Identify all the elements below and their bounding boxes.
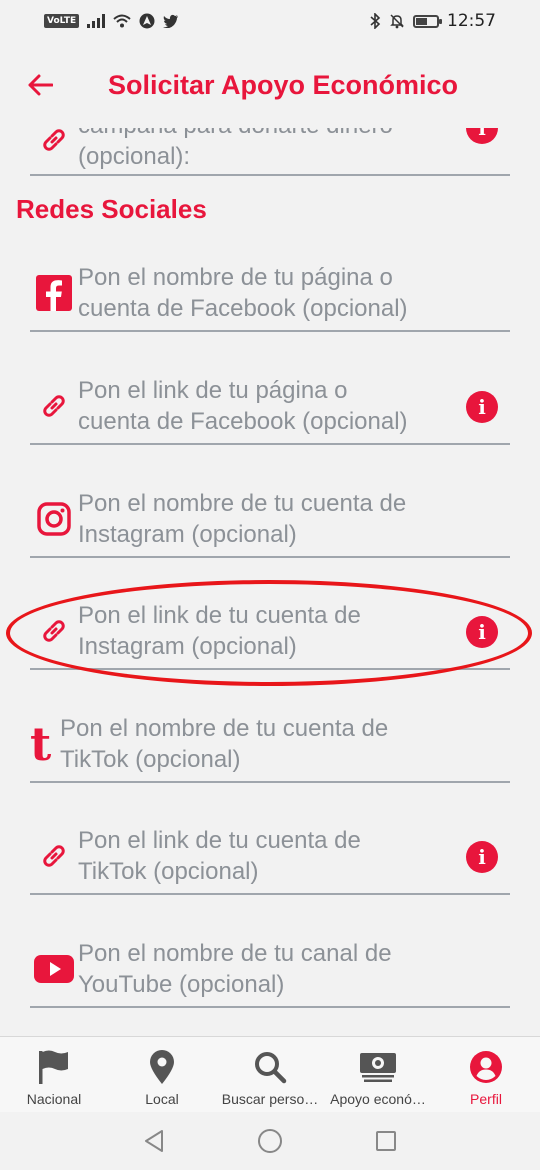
bottom-nav: Nacional Local Buscar perso… Apoyo econó… (0, 1036, 540, 1112)
info-button[interactable]: i (466, 616, 498, 648)
instagram-name-field[interactable]: Pon el nombre de tu cuenta de Instagram … (30, 488, 510, 558)
field-placeholder: Pon el link de tu página o cuenta de Fac… (78, 375, 510, 437)
field-placeholder-line1: Pon el link de tu cuenta de (78, 827, 361, 854)
status-time: 12:57 (447, 11, 496, 31)
system-back-button[interactable] (139, 1126, 169, 1156)
field-placeholder: Pon el link de tu cuenta de Instagram (o… (78, 600, 510, 662)
field-placeholder-line1: Pon el link de tu cuenta de (78, 602, 361, 629)
instagram-icon (30, 488, 78, 550)
facebook-icon (30, 262, 78, 324)
youtube-name-field[interactable]: Pon el nombre de tu canal de YouTube (op… (30, 938, 510, 1008)
status-left: VoLTE (44, 13, 179, 29)
field-placeholder-line2: cuenta de Facebook (opcional) (78, 408, 408, 435)
field-placeholder-line2: TikTok (opcional) (60, 746, 241, 773)
field-placeholder-line1: Pon el nombre de tu cuenta de (60, 715, 389, 742)
info-icon: i (478, 845, 486, 869)
status-right: 12:57 (369, 11, 496, 31)
nav-item-apoyo[interactable]: Apoyo econó… (324, 1037, 432, 1112)
info-icon: i (478, 395, 486, 419)
mute-icon (390, 14, 404, 29)
instagram-link-field[interactable]: Pon el link de tu cuenta de Instagram (o… (30, 600, 510, 670)
tiktok-name-field[interactable]: t Pon el nombre de tu cuenta de TikTok (… (30, 713, 510, 783)
triangle-back-icon (145, 1130, 163, 1152)
flag-icon (37, 1047, 71, 1087)
field-placeholder-line2: (opcional): (78, 143, 191, 170)
form-content[interactable]: campaña para donarte dinero (opcional): … (0, 128, 540, 1036)
back-arrow-icon (28, 74, 53, 96)
nav-label: Nacional (26, 1091, 82, 1107)
volte-badge: VoLTE (44, 14, 80, 28)
field-placeholder-line1: campaña para donarte dinero (78, 128, 510, 141)
square-recents-icon (376, 1131, 396, 1151)
tiktok-glyph: t (30, 717, 52, 771)
info-icon: i (478, 620, 486, 644)
wifi-icon (113, 14, 131, 28)
search-icon (253, 1047, 287, 1087)
system-recents-button[interactable] (371, 1126, 401, 1156)
tiktok-icon: t (30, 713, 60, 775)
tiktok-link-field[interactable]: Pon el link de tu cuenta de TikTok (opci… (30, 825, 510, 895)
bluetooth-icon (370, 13, 381, 29)
field-placeholder-line2: TikTok (opcional) (78, 858, 259, 885)
circle-home-icon (258, 1129, 282, 1153)
field-placeholder-line2: cuenta de Facebook (opcional) (78, 295, 408, 322)
nav-item-perfil[interactable]: Perfil (432, 1037, 540, 1112)
field-placeholder-line1: Pon el nombre de tu canal de (78, 940, 392, 967)
link-icon (30, 375, 78, 437)
nav-item-local[interactable]: Local (108, 1037, 216, 1112)
app-header: Solicitar Apoyo Económico (0, 42, 540, 128)
field-placeholder: Pon el nombre de tu canal de YouTube (op… (78, 938, 510, 1000)
map-pin-icon (148, 1047, 176, 1087)
nav-label: Local (145, 1091, 179, 1107)
field-placeholder-line1: Pon el link de tu página o (78, 377, 348, 404)
section-title-social: Redes Sociales (16, 194, 207, 224)
nav-label: Buscar perso… (221, 1091, 319, 1107)
facebook-link-field[interactable]: Pon el link de tu página o cuenta de Fac… (30, 375, 510, 445)
money-icon (358, 1047, 398, 1087)
link-icon (30, 600, 78, 662)
crowdfunding-link-field[interactable]: campaña para donarte dinero (opcional): … (30, 128, 510, 176)
field-placeholder-line2: Instagram (opcional) (78, 521, 297, 548)
link-icon (30, 128, 78, 160)
field-placeholder: Pon el nombre de tu cuenta de Instagram … (78, 488, 510, 550)
field-placeholder: Pon el nombre de tu página o cuenta de F… (78, 262, 510, 324)
youtube-icon (30, 938, 78, 1000)
nav-item-nacional[interactable]: Nacional (0, 1037, 108, 1112)
system-home-button[interactable] (255, 1126, 285, 1156)
field-placeholder-line2: YouTube (opcional) (78, 971, 285, 998)
system-nav-bar (0, 1112, 540, 1170)
field-placeholder-line1: Pon el nombre de tu página o (78, 264, 393, 291)
twitter-icon (163, 14, 179, 28)
field-placeholder: Pon el nombre de tu cuenta de TikTok (op… (60, 713, 510, 775)
info-button[interactable]: i (466, 841, 498, 873)
field-placeholder-line2: Instagram (opcional) (78, 633, 297, 660)
user-icon (469, 1047, 503, 1087)
nav-label: Perfil (470, 1091, 502, 1107)
field-placeholder-line1: Pon el nombre de tu cuenta de (78, 490, 407, 517)
info-button[interactable]: i (466, 391, 498, 423)
facebook-name-field[interactable]: Pon el nombre de tu página o cuenta de F… (30, 262, 510, 332)
field-placeholder: campaña para donarte dinero (opcional): (78, 128, 510, 172)
signal-icon (87, 14, 106, 28)
status-bar: VoLTE 12:57 (0, 0, 540, 42)
field-placeholder: Pon el link de tu cuenta de TikTok (opci… (78, 825, 510, 887)
nav-label: Apoyo econó… (330, 1091, 426, 1107)
link-icon (30, 825, 78, 887)
nav-app-icon (139, 13, 155, 29)
battery-icon (413, 14, 442, 28)
page-title: Solicitar Apoyo Económico (108, 69, 459, 100)
nav-item-buscar[interactable]: Buscar perso… (216, 1037, 324, 1112)
info-icon: i (478, 128, 486, 140)
back-button[interactable] (0, 42, 80, 128)
